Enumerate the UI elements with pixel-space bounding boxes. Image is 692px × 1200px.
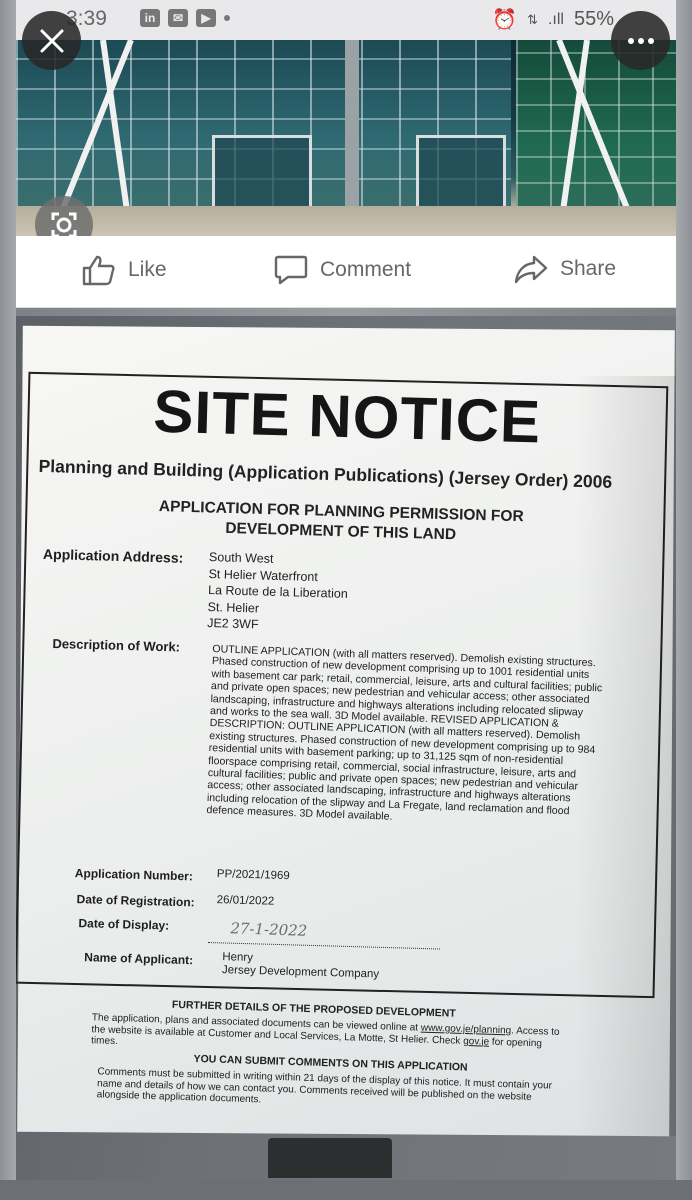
applicant-label: Name of Applicant: bbox=[84, 950, 194, 968]
building-pillar bbox=[345, 40, 359, 230]
application-number: PP/2021/1969 bbox=[216, 868, 290, 883]
status-bar: 3:39 in ✉ ▶ ⏰ ⇅ .ıll 55% bbox=[16, 0, 676, 40]
comment-label: Comment bbox=[320, 258, 412, 281]
entrance-door bbox=[416, 135, 506, 215]
gov-link: gov.je bbox=[462, 1035, 490, 1048]
further-details-text: The application, plans and associated do… bbox=[91, 1012, 562, 1061]
entrance-door bbox=[212, 135, 312, 215]
frame-edge-left bbox=[0, 0, 16, 1200]
applicant-block: Henry Jersey Development Company bbox=[222, 951, 380, 981]
more-dots-icon bbox=[627, 37, 654, 44]
notification-icons: in ✉ ▶ bbox=[140, 9, 230, 27]
more-notifications-dot-icon bbox=[224, 15, 230, 21]
battery-level: 55% bbox=[573, 8, 614, 30]
comment-bubble-icon bbox=[274, 255, 308, 285]
more-options-button[interactable] bbox=[611, 11, 670, 70]
bottom-edge bbox=[0, 1180, 692, 1200]
display-date-handwritten: 27-1-2022 bbox=[230, 919, 308, 940]
description-text: OUTLINE APPLICATION (with all matters re… bbox=[206, 643, 603, 824]
close-button[interactable] bbox=[22, 11, 81, 70]
mounting-bracket bbox=[268, 1138, 392, 1178]
linkedin-icon: in bbox=[140, 9, 160, 27]
paper-shadow bbox=[576, 376, 676, 1136]
signal-icon: .ıll bbox=[547, 10, 564, 28]
alarm-icon: ⏰ bbox=[492, 9, 518, 31]
address-block: South West St Helier Waterfront La Route… bbox=[207, 549, 349, 635]
share-arrow-icon bbox=[514, 255, 548, 284]
like-button[interactable]: Like bbox=[82, 254, 167, 286]
like-label: Like bbox=[128, 258, 167, 281]
post-photo[interactable] bbox=[16, 40, 676, 236]
notice-title: SITE NOTICE bbox=[152, 377, 542, 456]
system-icons: ⏰ ⇅ .ıll 55% bbox=[492, 7, 614, 32]
mail-icon: ✉ bbox=[168, 9, 188, 27]
display-date-label: Date of Display: bbox=[78, 916, 170, 933]
post-action-bar: Like Comment Share bbox=[16, 236, 676, 308]
youtube-icon: ▶ bbox=[196, 9, 216, 27]
pavement bbox=[16, 206, 676, 236]
data-arrows-icon: ⇅ bbox=[527, 11, 538, 27]
comment-button[interactable]: Comment bbox=[274, 254, 411, 286]
comments-text: Comments must be submitted in writing wi… bbox=[96, 1066, 553, 1106]
thumbs-up-icon bbox=[82, 255, 115, 286]
registration-date: 26/01/2022 bbox=[216, 894, 275, 908]
share-button[interactable]: Share bbox=[514, 254, 616, 284]
frame-edge-right bbox=[676, 0, 692, 1200]
share-label: Share bbox=[560, 257, 617, 280]
site-notice-photo[interactable]: SITE NOTICE Planning and Building (Appli… bbox=[16, 316, 676, 1180]
close-icon bbox=[40, 29, 63, 52]
